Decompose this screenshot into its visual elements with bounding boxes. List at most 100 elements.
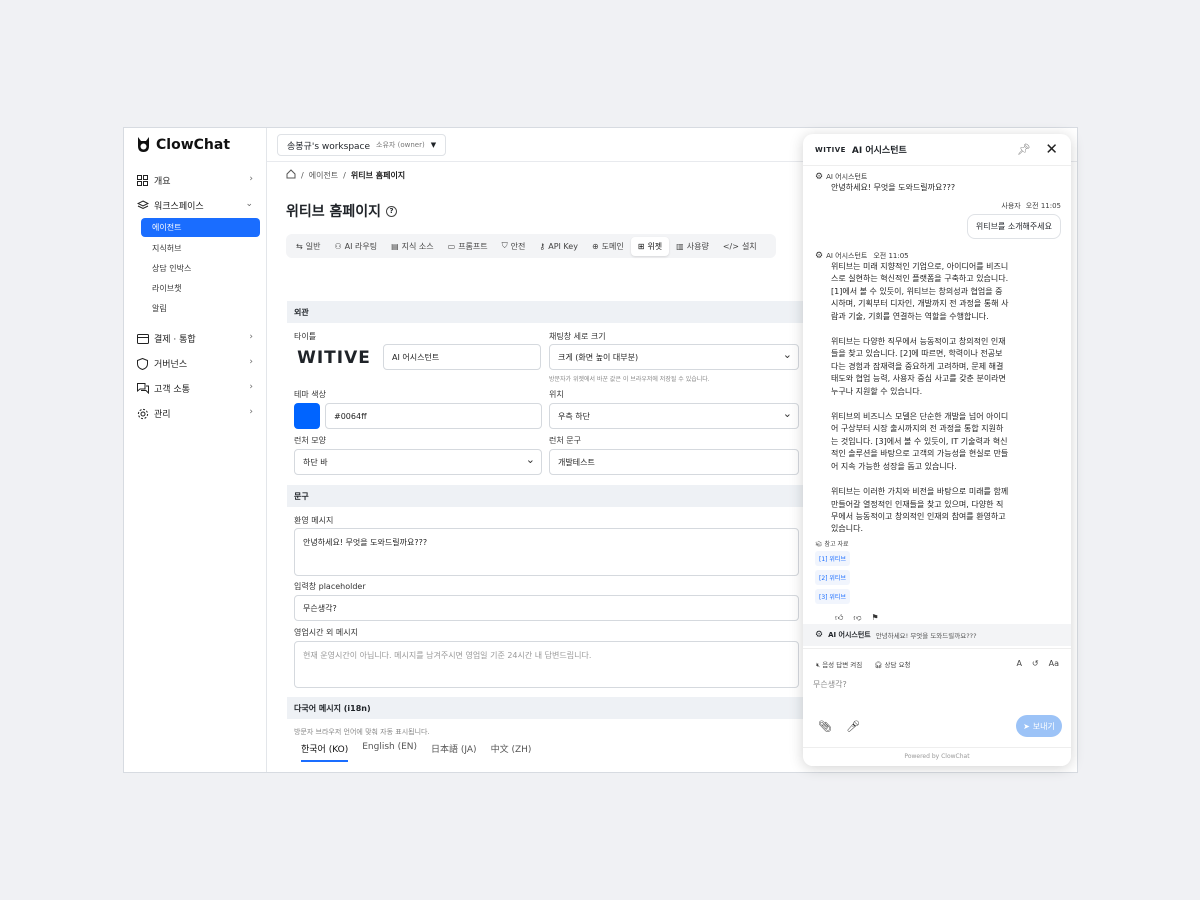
sidebar-item-governance[interactable]: 거버넌스 › (124, 351, 267, 376)
flag-icon[interactable]: ⚑ (872, 613, 879, 621)
chat-brand: WITIVE (815, 145, 846, 154)
font-size-icon[interactable]: A (1016, 659, 1021, 668)
chat-height-hint: 방문자가 위젯에서 바꾼 값은 이 브라우저에 저장될 수 있습니다. (549, 376, 710, 383)
sidebar-item-admin[interactable]: 관리 › (124, 401, 267, 426)
grid-icon (136, 174, 149, 187)
launcher-preview-bar[interactable]: ⚙ AI 어시스턴트 안녕하세요! 무엇을 도와드릴까요??? (803, 624, 1071, 646)
ref-link[interactable]: [2] 위티브 (815, 569, 850, 585)
logo-text: WITIVE (297, 348, 371, 368)
tab-prompt[interactable]: ▭ 프롬프트 (441, 237, 495, 256)
tab-usage[interactable]: ▥ 사용량 (669, 237, 716, 256)
pin-icon[interactable]: 📌︎ (1017, 143, 1031, 156)
position-select[interactable]: 우측 하단 (549, 403, 799, 429)
ref-link[interactable]: [3] 위티브 (815, 588, 850, 604)
tab-label: AI 라우팅 (344, 241, 378, 251)
breadcrumb-parent[interactable]: 에이전트 (309, 170, 338, 181)
chat-title: AI 어시스턴트 (851, 146, 907, 156)
thumbs-up-icon[interactable]: 👍︎ (835, 613, 843, 621)
tab-label: 프롬프트 (458, 241, 488, 251)
tab-safety[interactable]: ⛉ 안전 (495, 237, 533, 256)
bot-avatar-icon: ⚙ (815, 172, 824, 182)
chevron-down-icon: ⌄ (245, 199, 253, 209)
help-icon[interactable]: ? (386, 205, 398, 217)
file-icon: ▤ (391, 241, 399, 251)
bar-chart-icon: ▥ (676, 241, 684, 251)
bot-time: 오전 11:05 (873, 252, 909, 260)
tab-ai-routing[interactable]: ⚇ AI 라우팅 (327, 237, 384, 256)
shield-icon (136, 357, 149, 370)
sidebar-item-billing[interactable]: 결제 · 통합 › (124, 326, 267, 351)
sidebar-subitem-inbox[interactable]: 상담 인박스 (124, 258, 267, 278)
agent-request-button[interactable]: 🎧︎ 상담 요청 (874, 659, 910, 670)
reset-icon[interactable]: ↺ (1032, 659, 1039, 668)
sidebar-item-overview[interactable]: 개요 › (124, 168, 267, 193)
notice-text: 안녕하세요! 무엇을 도와드릴까요??? (875, 632, 977, 640)
theme-color-swatch[interactable] (294, 403, 320, 429)
tab-lang-zh[interactable]: 中文 (ZH) (491, 742, 532, 762)
title-input[interactable]: AI 어시스턴트 (383, 344, 541, 370)
bot-greeting: 안녕하세요! 무엇을 도와드릴까요??? (831, 183, 956, 192)
workspace-switcher[interactable]: 송봉규's workspace 소유자 (owner) ▼ (277, 134, 447, 156)
tab-label: 지식 소스 (401, 241, 434, 251)
tab-lang-ja[interactable]: 日本語 (JA) (431, 742, 477, 762)
placeholder-input[interactable]: 무슨생각? (294, 595, 799, 621)
microphone-icon[interactable]: 🎤︎ (846, 720, 860, 733)
tab-lang-en[interactable]: English (EN) (362, 742, 417, 762)
launcher-text-input[interactable]: 개발테스트 (549, 449, 799, 475)
placeholder-label: 입력창 placeholder (294, 582, 366, 591)
sidebar-item-label: 관리 (154, 410, 171, 420)
home-icon[interactable] (286, 169, 296, 181)
sidebar-item-label: 고객 소통 (154, 385, 190, 395)
key-icon: ⚷ (539, 241, 546, 251)
chat-height-select[interactable]: 크게 (화면 높이 대부분) (549, 344, 799, 370)
launcher-shape-select[interactable]: 하단 바 (294, 449, 542, 475)
voice-toggle[interactable]: 🔇︎ 음성 답변 켜짐 (816, 659, 862, 670)
text-size-icon[interactable]: Aa (1049, 659, 1059, 668)
tab-knowledge-source[interactable]: ▤ 지식 소스 (384, 237, 441, 256)
tab-lang-ko[interactable]: 한국어 (KO) (301, 742, 349, 762)
paperclip-icon[interactable]: 📎︎ (818, 720, 832, 733)
user-meta: 사용자 오전 11:05 (1001, 201, 1061, 211)
feedback-bar: 👍︎ 👎︎ ⚑ (835, 613, 1059, 621)
divider (803, 747, 1071, 748)
thumbs-down-icon[interactable]: 👎︎ (853, 613, 861, 621)
layers-icon (136, 199, 149, 212)
chat-composer: 🔇︎ 음성 답변 켜짐 🎧︎ 상담 요청 A ↺ Aa 무슨생각? 📎︎ 🎤︎ … (803, 648, 1071, 766)
close-icon[interactable]: ✕ (1045, 140, 1058, 158)
theme-color-input[interactable]: #0064ff (325, 403, 542, 429)
tab-widget[interactable]: ⊞ 위젯 (630, 236, 670, 256)
bot-name: AI 어시스턴트 (826, 252, 868, 260)
tab-install[interactable]: </> 설치 (716, 237, 764, 256)
offhours-textarea[interactable]: 현재 운영시간이 아닙니다. 메시지를 남겨주시면 영업일 기준 24시간 내 … (294, 641, 799, 688)
welcome-textarea[interactable]: 안녕하세요! 무엇을 도와드릴까요??? (294, 528, 799, 576)
tab-label: 설치 (741, 241, 757, 251)
bot-avatar-icon: ⚙ (815, 251, 824, 261)
tab-api-key[interactable]: ⚷ API Key (532, 237, 585, 256)
tab-label: 사용량 (686, 241, 709, 251)
ref-link[interactable]: [1] 위티브 (815, 550, 850, 566)
grid-icon: ⊞ (637, 241, 645, 251)
sidebar-item-label: 거버넌스 (154, 360, 188, 370)
agent-label: 상담 요청 (884, 661, 911, 669)
tab-label: 위젯 (647, 241, 663, 251)
sidebar-subitem-knowledge[interactable]: 지식허브 (124, 238, 267, 258)
sidebar-item-label: 결제 · 통합 (154, 335, 196, 345)
offhours-placeholder: 현재 운영시간이 아닙니다. 메시지를 남겨주시면 영업일 기준 24시간 내 … (303, 651, 592, 660)
sidebar-item-workspace[interactable]: 워크스페이스 ⌄ (124, 193, 267, 218)
app-logo[interactable]: ClowChat (136, 136, 230, 153)
chat-input[interactable]: 무슨생각? (813, 679, 847, 690)
section-i18n: 다국어 메시지 (i18n) (287, 697, 807, 719)
page-title-text: 위티브 홈페이지 (286, 204, 382, 220)
sidebar-subitem-agent[interactable]: 에이전트 (141, 218, 260, 237)
breadcrumb-current: 위티브 홈페이지 (350, 170, 406, 180)
sidebar-item-label: 워크스페이스 (154, 202, 204, 212)
offhours-label: 영업시간 외 메시지 (294, 628, 358, 637)
tab-general[interactable]: ⇆ 일반 (289, 237, 327, 256)
send-button[interactable]: ➤ 보내기 (1016, 715, 1062, 737)
chevron-right-icon: › (249, 357, 253, 367)
launcher-text-label: 런처 문구 (549, 436, 581, 445)
tab-domain[interactable]: ⊕ 도메인 (585, 237, 631, 256)
sidebar-subitem-alerts[interactable]: 알림 (124, 298, 267, 318)
sidebar-subitem-livechat[interactable]: 라이브챗 (124, 278, 267, 298)
sidebar-item-customer[interactable]: 고객 소통 › (124, 376, 267, 401)
